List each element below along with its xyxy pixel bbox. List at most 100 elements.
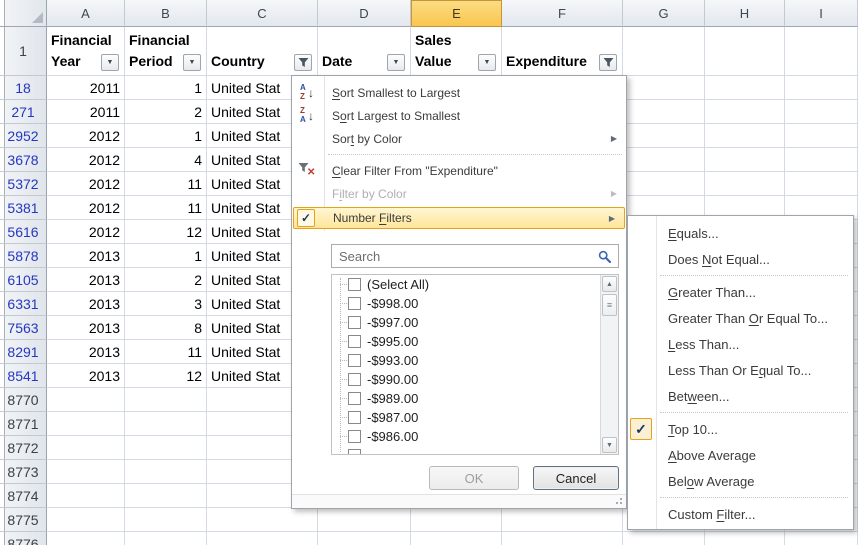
- menu-item[interactable]: Filter by Color▶: [292, 182, 626, 205]
- cell-empty[interactable]: [705, 532, 785, 545]
- row-header[interactable]: 8772: [0, 436, 47, 460]
- header-cell-A[interactable]: FinancialYear▼: [47, 27, 125, 76]
- submenu-item[interactable]: Greater Than Or Equal To...: [628, 305, 853, 331]
- row-header[interactable]: 6331: [0, 292, 47, 316]
- scroll-down-button[interactable]: ▼: [602, 437, 617, 453]
- cell-empty[interactable]: [125, 412, 207, 436]
- cell-empty[interactable]: [125, 460, 207, 484]
- value-checkbox[interactable]: [348, 449, 361, 455]
- cell-period[interactable]: 2: [125, 268, 207, 292]
- column-header-E[interactable]: E: [411, 0, 502, 27]
- cell-empty[interactable]: [502, 532, 623, 545]
- cell-empty[interactable]: [125, 388, 207, 412]
- cell-year[interactable]: 2013: [47, 244, 125, 268]
- column-header-D[interactable]: D: [318, 0, 411, 27]
- cell-empty[interactable]: [785, 76, 858, 100]
- cell-empty[interactable]: [207, 508, 318, 532]
- cell-empty[interactable]: [785, 148, 858, 172]
- cell-empty[interactable]: [125, 532, 207, 545]
- cell-empty[interactable]: [47, 508, 125, 532]
- list-item[interactable]: -$998.00: [332, 294, 618, 313]
- cell-period[interactable]: 8: [125, 316, 207, 340]
- cell-empty[interactable]: [207, 532, 318, 545]
- filter-dropdown-button[interactable]: ▼: [478, 54, 496, 71]
- header-cell-G[interactable]: [623, 27, 705, 76]
- value-checkbox[interactable]: [348, 373, 361, 386]
- list-item[interactable]: -$989.00: [332, 389, 618, 408]
- header-cell-B[interactable]: FinancialPeriod▼: [125, 27, 207, 76]
- cell-empty[interactable]: [785, 124, 858, 148]
- cell-year[interactable]: 2012: [47, 220, 125, 244]
- submenu-item[interactable]: Does Not Equal...: [628, 246, 853, 272]
- cell-empty[interactable]: [47, 532, 125, 545]
- menu-item[interactable]: ✕Clear Filter From "Expenditure": [292, 159, 626, 182]
- row-header[interactable]: 8291: [0, 340, 47, 364]
- list-item[interactable]: -$987.00: [332, 408, 618, 427]
- row-header[interactable]: 8773: [0, 460, 47, 484]
- submenu-item[interactable]: Less Than Or Equal To...: [628, 357, 853, 383]
- submenu-item[interactable]: Equals...: [628, 220, 853, 246]
- value-checkbox[interactable]: [348, 335, 361, 348]
- row-header[interactable]: 8776: [0, 532, 47, 545]
- cell-period[interactable]: 12: [125, 364, 207, 388]
- submenu-item[interactable]: Below Average: [628, 468, 853, 494]
- filter-dropdown-button[interactable]: ▼: [183, 54, 201, 71]
- cell-empty[interactable]: [318, 508, 411, 532]
- cell-empty[interactable]: [47, 484, 125, 508]
- menu-item[interactable]: ✓Number Filters▶: [293, 207, 625, 229]
- cell-year[interactable]: 2013: [47, 292, 125, 316]
- cell-period[interactable]: 11: [125, 196, 207, 220]
- select-all-checkbox[interactable]: [348, 278, 361, 291]
- cell-empty[interactable]: [785, 100, 858, 124]
- submenu-item[interactable]: ✓Top 10...: [628, 416, 853, 442]
- row-header[interactable]: 8541: [0, 364, 47, 388]
- value-checkbox[interactable]: [348, 411, 361, 424]
- cell-period[interactable]: 11: [125, 340, 207, 364]
- cell-period[interactable]: 2: [125, 100, 207, 124]
- cell-empty[interactable]: [125, 508, 207, 532]
- cell-empty[interactable]: [785, 172, 858, 196]
- column-header-I[interactable]: I: [785, 0, 858, 27]
- cell-empty[interactable]: [623, 532, 705, 545]
- cell-empty[interactable]: [623, 100, 705, 124]
- list-item[interactable]: (Select All): [332, 275, 618, 294]
- cell-period[interactable]: 1: [125, 244, 207, 268]
- cell-period[interactable]: 1: [125, 76, 207, 100]
- row-header[interactable]: 8770: [0, 388, 47, 412]
- cell-period[interactable]: 4: [125, 148, 207, 172]
- cell-period[interactable]: 1: [125, 124, 207, 148]
- cell-year[interactable]: 2013: [47, 364, 125, 388]
- cell-empty[interactable]: [785, 532, 858, 545]
- cell-year[interactable]: 2012: [47, 148, 125, 172]
- column-header-C[interactable]: C: [207, 0, 318, 27]
- cell-year[interactable]: 2011: [47, 100, 125, 124]
- list-item[interactable]: -$993.00: [332, 351, 618, 370]
- value-checkbox[interactable]: [348, 392, 361, 405]
- header-cell-F[interactable]: Expenditure: [502, 27, 623, 76]
- cell-empty[interactable]: [318, 532, 411, 545]
- header-cell-E[interactable]: SalesValue▼: [411, 27, 502, 76]
- cell-year[interactable]: 2012: [47, 196, 125, 220]
- cell-empty[interactable]: [47, 460, 125, 484]
- column-header-H[interactable]: H: [705, 0, 785, 27]
- column-header-B[interactable]: B: [125, 0, 207, 27]
- search-input[interactable]: Search: [331, 244, 619, 268]
- row-header[interactable]: 2952: [0, 124, 47, 148]
- cell-period[interactable]: 11: [125, 172, 207, 196]
- cell-empty[interactable]: [502, 508, 623, 532]
- select-all-corner[interactable]: [0, 0, 47, 27]
- submenu-item[interactable]: Custom Filter...: [628, 501, 853, 527]
- cell-year[interactable]: 2012: [47, 172, 125, 196]
- value-checkbox[interactable]: [348, 430, 361, 443]
- cell-empty[interactable]: [47, 436, 125, 460]
- header-cell-D[interactable]: Date▼: [318, 27, 411, 76]
- scroll-thumb[interactable]: ≡: [602, 294, 617, 316]
- applied-filter-button[interactable]: [294, 54, 312, 71]
- list-item[interactable]: -$986.00: [332, 427, 618, 446]
- column-header-G[interactable]: G: [623, 0, 705, 27]
- row-header[interactable]: 8771: [0, 412, 47, 436]
- cancel-button[interactable]: Cancel: [533, 466, 619, 490]
- scroll-up-button[interactable]: ▲: [602, 276, 617, 292]
- submenu-item[interactable]: Less Than...: [628, 331, 853, 357]
- cell-empty[interactable]: [623, 124, 705, 148]
